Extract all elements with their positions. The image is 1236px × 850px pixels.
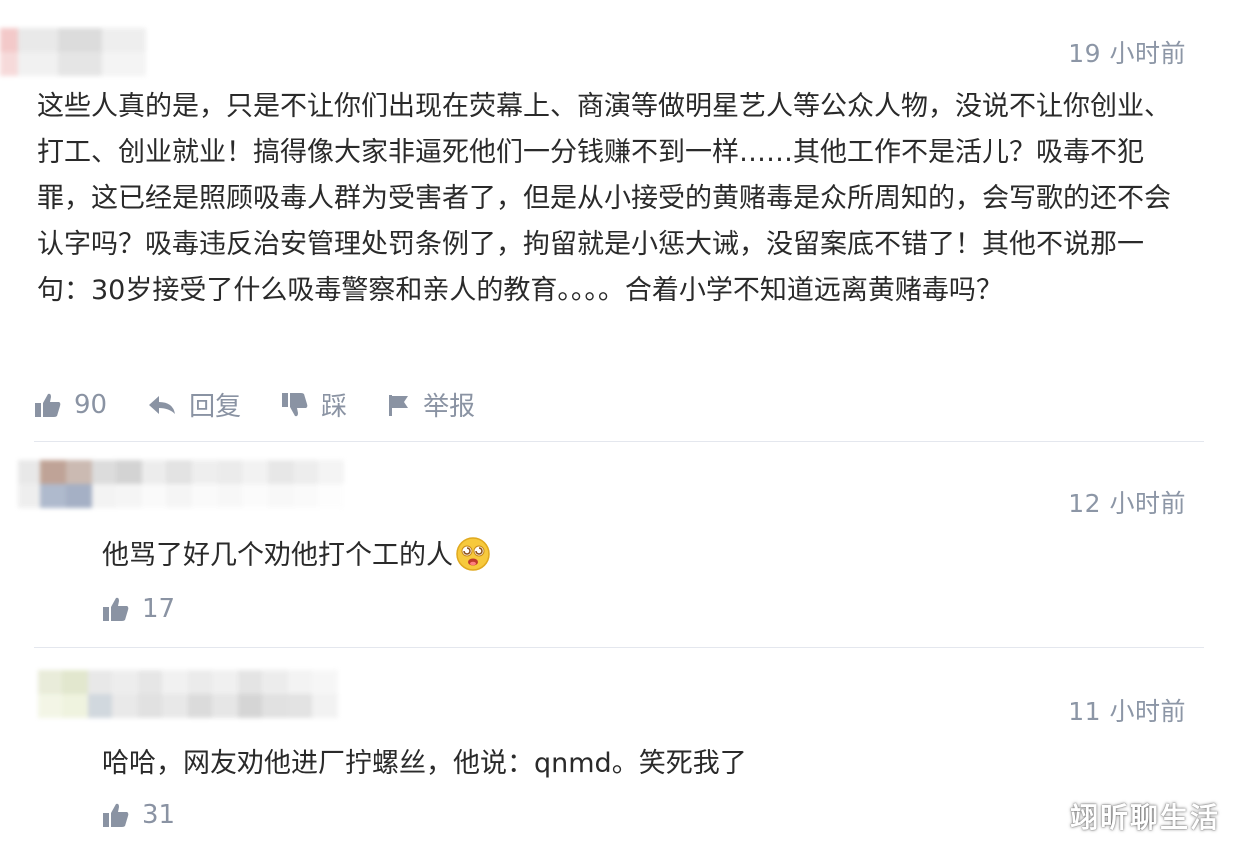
reply-button[interactable]: 回复 xyxy=(147,386,241,423)
like-count: 17 xyxy=(142,594,176,624)
thumbs-down-icon xyxy=(282,392,308,416)
comment-item: 11 小时前 哈哈，网友劝他进厂拧螺丝，他说：qnmd。笑死我了 31 xyxy=(0,650,1236,850)
comment-actions: 90 回复 踩 举报 xyxy=(34,386,515,423)
comment-timestamp: 19 小时前 xyxy=(1068,39,1186,68)
avatar[interactable] xyxy=(0,28,146,76)
report-label: 举报 xyxy=(423,392,476,422)
reply-arrow-icon xyxy=(149,395,176,414)
comment-timestamp: 12 小时前 xyxy=(1068,489,1186,518)
comment-item: 19 小时前 这些人真的是，只是不让你们出现在荧幕上、商演等做明星艺人等公众人物… xyxy=(0,0,1236,438)
avatar[interactable] xyxy=(38,670,338,718)
comment-item: 12 小时前 他骂了好几个劝他打个工的人 17 xyxy=(0,448,1236,644)
like-button[interactable]: 90 xyxy=(34,390,107,420)
comment-list: 19 小时前 这些人真的是，只是不让你们出现在荧幕上、商演等做明星艺人等公众人物… xyxy=(0,0,1236,850)
like-button[interactable]: 31 xyxy=(102,800,175,830)
comment-text: 这些人真的是，只是不让你们出现在荧幕上、商演等做明星艺人等公众人物，没说不让你创… xyxy=(37,91,1171,306)
like-count: 31 xyxy=(142,800,176,830)
comment-text-wrap: 他骂了好几个劝他打个工的人 xyxy=(102,536,1182,576)
watermark: 翊昕聊生活 xyxy=(1069,801,1220,834)
comment-timestamp: 11 小时前 xyxy=(1068,697,1186,726)
thumbs-up-icon xyxy=(103,803,129,827)
report-button[interactable]: 举报 xyxy=(387,386,475,423)
dizzy-face-emoji-icon xyxy=(456,537,490,571)
comment-actions: 17 xyxy=(102,594,215,624)
dislike-button[interactable]: 踩 xyxy=(281,386,347,423)
dislike-label: 踩 xyxy=(321,392,348,422)
divider xyxy=(34,441,1204,442)
comment-text: 哈哈，网友劝他进厂拧螺丝，他说：qnmd。笑死我了 xyxy=(102,748,747,779)
like-count: 90 xyxy=(74,389,108,420)
avatar[interactable] xyxy=(18,460,344,508)
like-button[interactable]: 17 xyxy=(102,594,175,624)
thumbs-up-icon xyxy=(103,597,129,621)
reply-label: 回复 xyxy=(189,392,242,422)
divider xyxy=(34,647,1204,648)
flag-icon xyxy=(389,394,409,416)
comment-actions: 31 xyxy=(102,800,215,830)
thumbs-up-icon xyxy=(35,393,61,417)
comment-text: 他骂了好几个劝他打个工的人 xyxy=(102,540,453,571)
